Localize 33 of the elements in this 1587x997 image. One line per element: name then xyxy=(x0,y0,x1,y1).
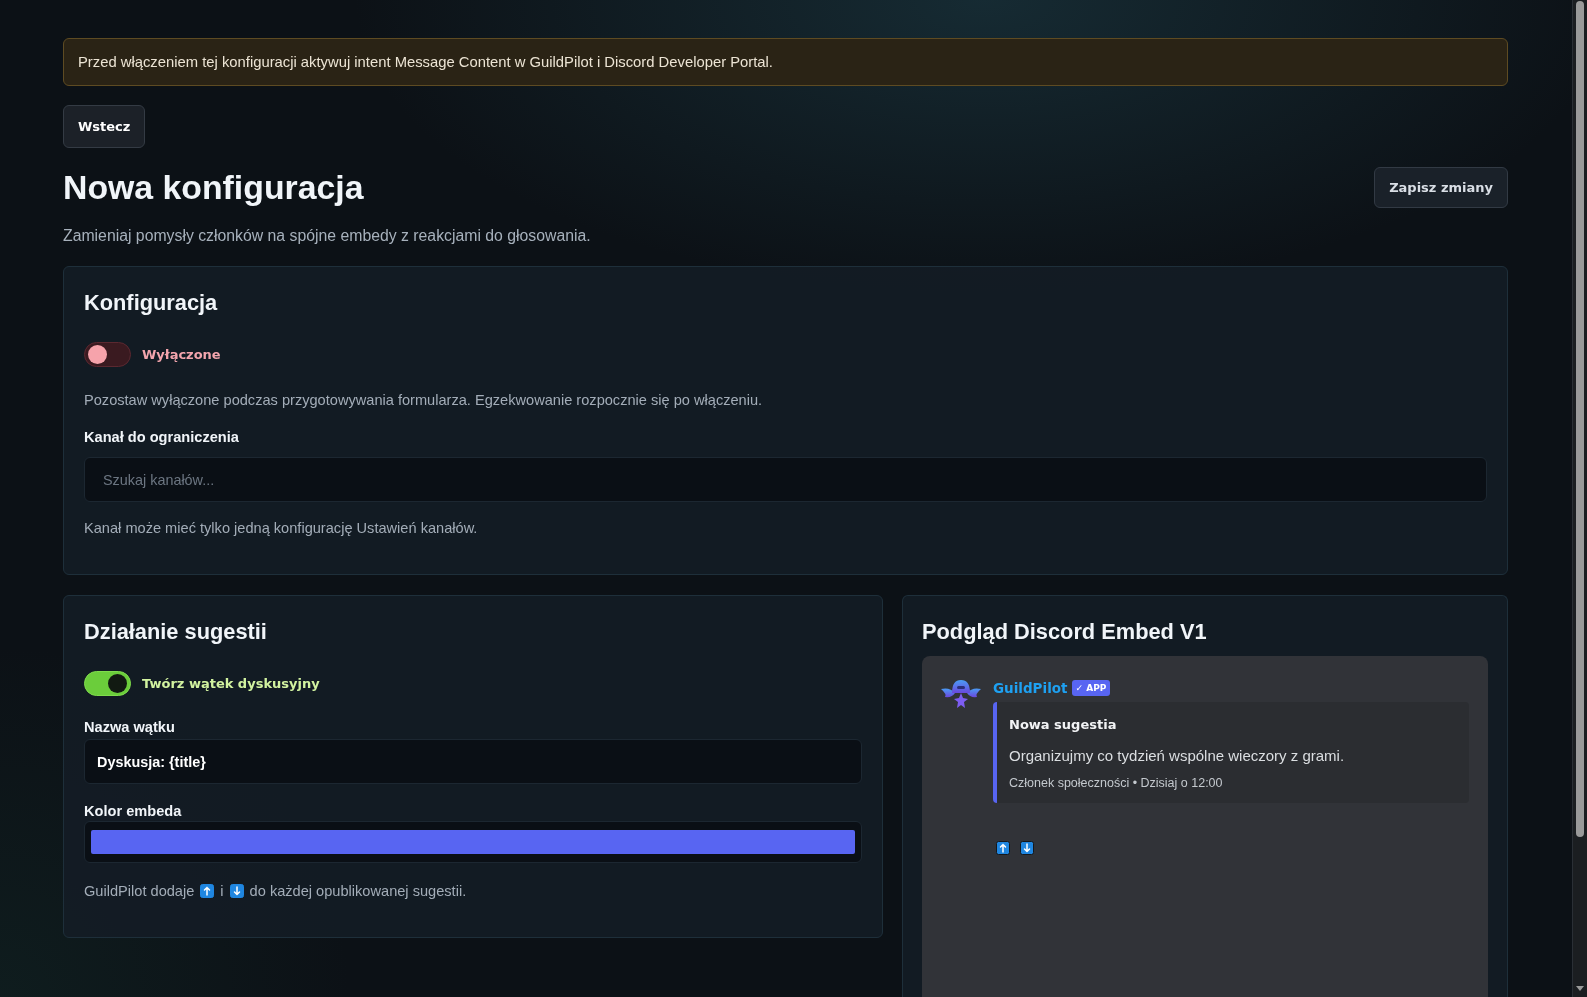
card-title: Działanie sugestii xyxy=(84,618,268,646)
scroll-down-arrow-icon[interactable] xyxy=(1576,986,1584,991)
back-button[interactable]: Wstecz xyxy=(63,105,146,148)
toggle-label: Wyłączone xyxy=(142,347,221,362)
scrollbar-thumb[interactable] xyxy=(1576,1,1584,837)
embed-title: Nowa sugestia xyxy=(1009,716,1118,734)
toggle-switch[interactable] xyxy=(84,342,131,367)
down-arrow-icon xyxy=(1020,841,1034,855)
embed-footer: Członek społeczności • Dzisiaj o 12:00 xyxy=(1009,775,1453,791)
help-text: Pozostaw wyłączone podczas przygotowywania formularza. Egzekwowanie rozpocznie się po włączeniu. xyxy=(84,391,764,410)
field-label: Nazwa wątku xyxy=(84,718,176,736)
color-field[interactable] xyxy=(84,821,862,863)
help-text: i xyxy=(220,882,224,901)
page-title: Nowa konfiguracja xyxy=(63,167,364,207)
thread-name-field[interactable]: Dyskusja: {title} xyxy=(84,739,862,784)
winged-logo-icon xyxy=(941,678,981,708)
field-label: Kanał do ograniczenia xyxy=(84,428,240,446)
bot-name: GuildPilot xyxy=(993,680,1068,696)
embed-description: Organizujmy co tydzień wspólne wieczory z grami. xyxy=(1009,746,1346,766)
help-text: Kanał może mieć tylko jedną konfigurację Ustawień kanałów. xyxy=(84,519,479,538)
save-button[interactable]: Zapisz zmiany xyxy=(1374,166,1508,208)
toggle-label: Twórz wątek dyskusyjny xyxy=(142,676,320,691)
up-arrow-icon xyxy=(996,841,1010,855)
help-text: GuildPilot dodaje xyxy=(84,882,195,901)
card-title: Podgląd Discord Embed V1 xyxy=(922,618,1208,646)
page-subtitle: Zamieniaj pomysły członków na spójne embedy z reakcjami do głosowania. xyxy=(63,226,592,246)
field-label: Kolor embeda xyxy=(84,802,183,820)
card-title: Konfiguracja xyxy=(84,289,219,317)
help-text: do każdej opublikowanej sugestii. xyxy=(249,882,467,901)
app-badge: ✓ APP xyxy=(1071,680,1111,696)
scrollbar[interactable] xyxy=(1572,0,1587,997)
channel-search-field[interactable]: Szukaj kanałów... xyxy=(84,457,1487,502)
warning-banner: Przed włączeniem tej konfiguracji aktywuj intent Message Content w GuildPilot i Discord Developer Portal. xyxy=(63,38,1508,86)
